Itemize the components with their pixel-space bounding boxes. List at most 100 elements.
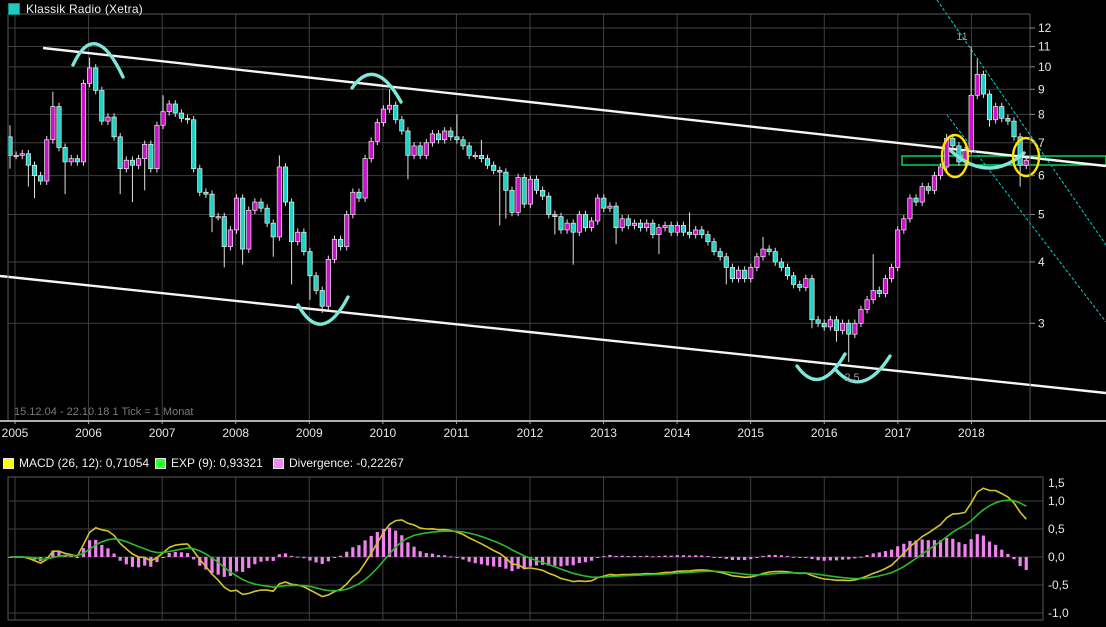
candle (247, 210, 251, 249)
candle (785, 267, 789, 275)
candle (167, 104, 171, 112)
cyan-arc[interactable] (352, 74, 401, 102)
candle (516, 177, 520, 212)
candle (583, 214, 587, 227)
macd-tick-label: 0,0 (1048, 550, 1065, 564)
candle (700, 230, 704, 235)
divergence-bar (596, 557, 599, 558)
candle (853, 323, 857, 334)
candle (571, 223, 575, 232)
candle (296, 232, 300, 241)
divergence-bar (810, 557, 813, 559)
divergence-bar (602, 556, 605, 557)
divergence-bar (743, 557, 746, 560)
candle (155, 125, 159, 168)
divergence-bar (566, 557, 569, 566)
divergence-bar (731, 557, 734, 560)
candle (467, 146, 471, 155)
divergence-bar (357, 545, 360, 557)
white-trendline[interactable] (0, 276, 1106, 393)
candle (687, 232, 691, 234)
candle (932, 176, 936, 191)
candle (271, 223, 275, 237)
divergence-bar (106, 548, 109, 557)
candle (234, 198, 238, 230)
candle (387, 105, 391, 109)
divergence-bar (578, 557, 581, 563)
candle (504, 172, 508, 190)
divergence-bar (572, 557, 575, 565)
candle (277, 167, 281, 237)
candle (706, 235, 710, 242)
divergence-bar (76, 557, 79, 558)
divergence-bar (217, 557, 220, 575)
divergence-bar (712, 557, 715, 558)
macd-tick-label: -0,5 (1048, 578, 1069, 592)
legend-item-exp[interactable]: EXP (9): 0,93321 (155, 456, 263, 470)
chart-canvas[interactable]: 112,512111098765432005200620072008200920… (0, 0, 1106, 627)
candle (185, 118, 189, 119)
divergence-bar (957, 542, 960, 557)
divergence-bar (272, 557, 275, 561)
legend-item-macd[interactable]: MACD (26, 12): 0,71054 (3, 456, 149, 470)
divergence-bar (553, 557, 556, 566)
divergence-bar (180, 552, 183, 557)
divergence-bar (131, 557, 134, 567)
divergence-bar (694, 555, 697, 557)
candle (779, 262, 783, 267)
candle (534, 179, 538, 190)
divergence-bar (614, 556, 617, 557)
candle (412, 146, 416, 155)
exp-color-icon (155, 458, 166, 469)
chart-window: 112,512111098765432005200620072008200920… (0, 0, 1106, 627)
candle (798, 284, 802, 287)
divergence-bar (682, 555, 685, 557)
divergence-bar (419, 551, 422, 557)
candle (834, 320, 838, 331)
candle (430, 134, 434, 143)
candle (351, 192, 355, 214)
candle (112, 117, 116, 137)
divergence-bar (676, 555, 679, 557)
divergence-bar (70, 556, 73, 557)
chart-title: Klassik Radio (Xetra) (26, 2, 143, 16)
cyan-arc[interactable] (797, 354, 845, 379)
candle (993, 107, 997, 120)
candle (810, 279, 814, 320)
candle (1012, 121, 1016, 137)
candle (363, 159, 367, 198)
legend-item-divergence[interactable]: Divergence: -0,22267 (273, 456, 404, 470)
candle (914, 198, 918, 202)
candle (608, 206, 612, 208)
legend-label-divergence: Divergence: -0,22267 (289, 456, 404, 470)
series-color-icon (8, 3, 20, 15)
candle (547, 196, 551, 214)
year-label: 2009 (296, 426, 323, 440)
divergence-bar (480, 557, 483, 564)
divergence-bar (406, 542, 409, 557)
divergence-bar (963, 544, 966, 557)
year-label: 2005 (2, 426, 29, 440)
price-tick-label: 9 (1038, 82, 1045, 96)
candle (198, 169, 202, 193)
candle (161, 112, 165, 126)
divergence-bar (315, 557, 318, 562)
divergence-bar (719, 557, 722, 558)
candle (1024, 160, 1028, 165)
divergence-bar (394, 531, 397, 557)
macd-panel: 1,51,00,50,0-0,5-1,0 (8, 476, 1069, 620)
divergence-bar (235, 557, 238, 571)
candle (895, 230, 899, 267)
candle (26, 154, 30, 166)
divergence-bar (486, 557, 489, 566)
divergence-bar (970, 539, 973, 557)
divergence-bar (119, 557, 122, 561)
candle (491, 165, 495, 170)
year-label: 2016 (811, 426, 838, 440)
divergence-bar (859, 557, 862, 558)
candle (840, 323, 844, 330)
candle (730, 267, 734, 278)
divergence-bar (792, 557, 795, 558)
candle (632, 223, 636, 225)
candle (883, 279, 887, 294)
